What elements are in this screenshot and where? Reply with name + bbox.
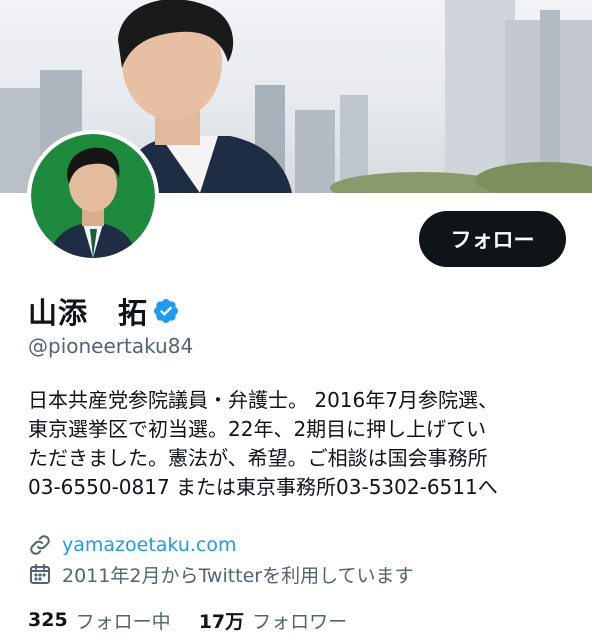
joined-date: 2011年2月からTwitterを利用しています [62,564,414,587]
website-row: yamazoetaku.com [28,530,237,560]
calendar-icon [28,561,54,587]
bio-line: ただきました。憲法が、希望。ご相談は国会事務所 [28,446,488,470]
user-handle: @pioneertaku84 [28,334,194,358]
name-row: 山添 拓 [28,290,180,332]
bio-line: 日本共産党参院議員・弁護士。 2016年7月参院選、 [28,388,498,412]
bio-line: 03-6550-0817 または東京事務所03-5302-6511へ [28,475,498,499]
followers-stat[interactable]: 17万 フォロワー [199,607,347,634]
bio-line: 東京選挙区で初当選。22年、2期目に押し上げてい [28,417,487,441]
display-name: 山添 拓 [28,296,149,330]
joined-row: 2011年2月からTwitterを利用しています [28,559,414,589]
avatar-photo [31,134,155,258]
link-icon [28,532,54,558]
following-count: 325 [28,609,68,631]
following-label: フォロー中 [75,610,171,633]
followers-count: 17万 [198,610,245,633]
profile-avatar[interactable] [27,130,159,262]
verified-badge-icon[interactable] [152,297,180,325]
profile-bio: 日本共産党参院議員・弁護士。 2016年7月参院選、 東京選挙区で初当選。22年… [28,386,573,502]
followers-label: フォロワー [252,610,348,633]
website-link[interactable]: yamazoetaku.com [62,534,237,556]
following-stat[interactable]: 325 フォロー中 [28,607,171,634]
follow-stats: 325 フォロー中 17万 フォロワー [28,606,375,634]
follow-button[interactable]: フォロー [419,211,566,267]
